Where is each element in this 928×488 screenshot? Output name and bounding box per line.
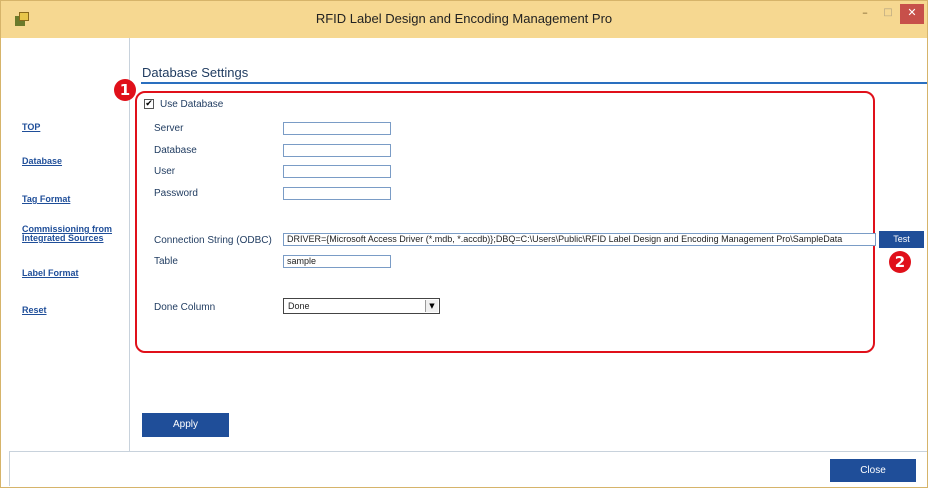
apply-button[interactable]: Apply <box>142 413 229 437</box>
done-column-label: Done Column <box>154 302 216 313</box>
password-label: Password <box>154 188 198 199</box>
table-input[interactable]: sample <box>283 255 391 268</box>
user-label: User <box>154 166 176 177</box>
window-close-button[interactable]: ✕ <box>900 4 924 24</box>
server-label: Server <box>154 123 184 134</box>
page-title: Database Settings <box>142 65 249 80</box>
database-input[interactable] <box>283 144 391 157</box>
callout-badge-2: 2 <box>889 251 911 273</box>
title-bar: RFID Label Design and Encoding Managemen… <box>1 1 927 38</box>
sidebar-item-label-format[interactable]: Label Format <box>22 268 79 278</box>
test-button[interactable]: Test <box>879 231 924 248</box>
connection-string-input[interactable]: DRIVER={Microsoft Access Driver (*.mdb, … <box>283 233 876 246</box>
done-column-value: Done <box>288 301 310 311</box>
sidebar-item-tag-format[interactable]: Tag Format <box>22 194 70 204</box>
server-input[interactable] <box>283 122 391 135</box>
use-database-checkbox[interactable]: ✔ <box>144 99 154 109</box>
sidebar-item-database[interactable]: Database <box>22 156 62 166</box>
close-button[interactable]: Close <box>830 459 916 482</box>
minimize-button[interactable]: – <box>854 4 876 24</box>
sidebar: TOP Database Tag Format Commissioning fr… <box>9 38 130 451</box>
chevron-down-icon[interactable]: ▼ <box>425 300 438 312</box>
connection-string-label: Connection String (ODBC) <box>154 235 272 246</box>
user-input[interactable] <box>283 165 391 178</box>
use-database-label: Use Database <box>160 99 224 110</box>
sidebar-item-reset[interactable]: Reset <box>22 305 47 315</box>
sidebar-item-top[interactable]: TOP <box>22 122 40 132</box>
settings-highlight-frame <box>135 91 875 353</box>
password-input[interactable] <box>283 187 391 200</box>
heading-rule <box>141 82 927 84</box>
maximize-button[interactable]: □ <box>877 4 899 24</box>
sidebar-item-commissioning-line2[interactable]: Integrated Sources <box>22 233 104 243</box>
table-label: Table <box>154 256 178 267</box>
done-column-select[interactable]: Done ▼ <box>283 298 440 314</box>
main-window: RFID Label Design and Encoding Managemen… <box>0 0 928 488</box>
callout-badge-1: 1 <box>114 79 136 101</box>
footer-divider <box>10 451 927 452</box>
window-title: RFID Label Design and Encoding Managemen… <box>315 11 613 26</box>
database-label: Database <box>154 145 197 156</box>
